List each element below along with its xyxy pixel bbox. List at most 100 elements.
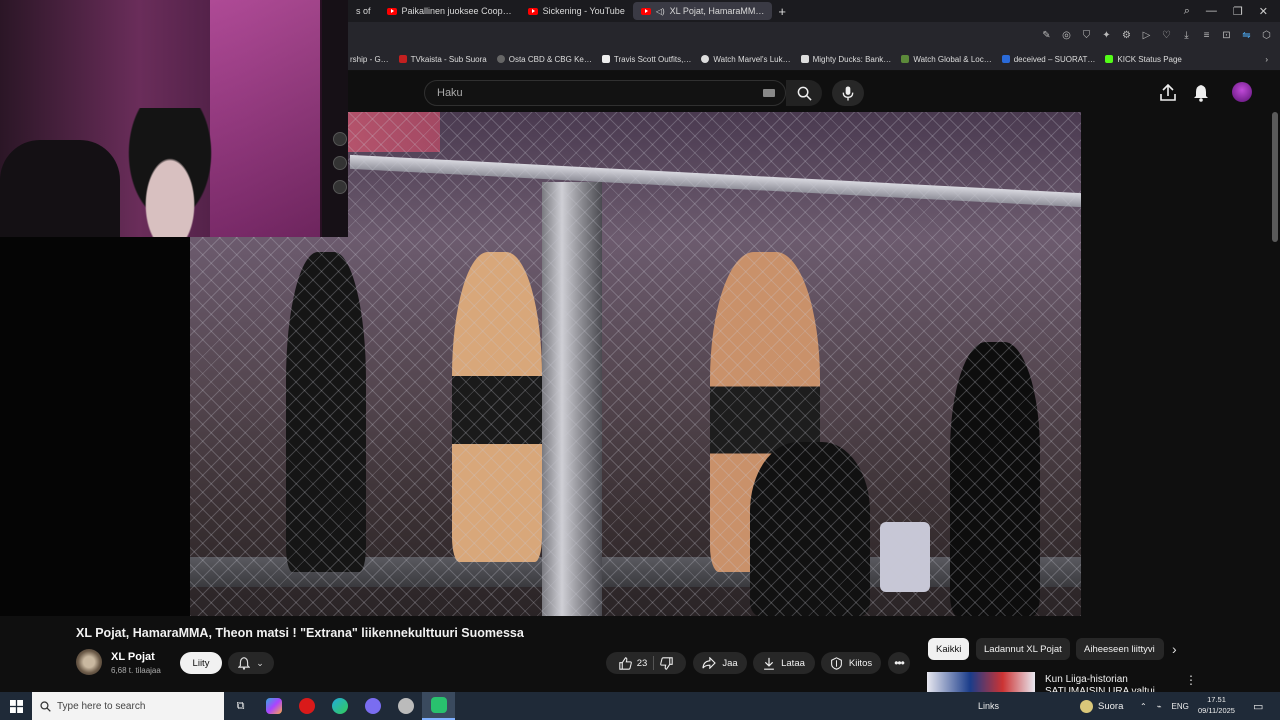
download-button[interactable]: Lataa <box>753 652 815 674</box>
side-control-icon[interactable] <box>333 156 347 170</box>
create-upload-icon[interactable] <box>1160 83 1176 107</box>
extension-icon[interactable]: ✦ <box>1101 30 1112 41</box>
taskbar-app[interactable] <box>389 692 422 720</box>
like-button[interactable]: 23 <box>618 656 648 670</box>
side-control-icon[interactable] <box>333 132 347 146</box>
keyboard-icon[interactable] <box>763 89 775 97</box>
globe-icon <box>496 55 505 63</box>
weather-icon <box>1080 699 1093 713</box>
chevron-up-icon[interactable]: ⌃ <box>1140 702 1147 711</box>
more-vertical-icon[interactable]: ⋮ <box>1185 673 1197 687</box>
chip-all[interactable]: Kaikki <box>928 638 970 660</box>
download-label: Lataa <box>781 657 805 669</box>
more-horizontal-icon: ••• <box>894 656 905 670</box>
shield-icon[interactable]: ⛉ <box>1081 30 1092 41</box>
bookmark-item[interactable]: Mighty Ducks: Bank… <box>800 55 891 64</box>
task-view-button[interactable]: ⧉ <box>224 692 257 720</box>
page-scrollbar[interactable] <box>1272 112 1278 242</box>
thumbs-up-icon <box>618 656 632 670</box>
like-dislike-group: 23 <box>606 652 686 674</box>
screenshot-icon[interactable]: ◎ <box>1061 30 1072 41</box>
notifications-bell-icon[interactable] <box>1193 84 1209 107</box>
site-icon <box>800 55 809 63</box>
opera-icon <box>298 698 315 714</box>
share-icon <box>702 657 717 669</box>
join-button[interactable]: Liity <box>180 652 222 674</box>
new-tab-button[interactable]: + <box>772 4 792 19</box>
bookmark-item[interactable]: Osta CBD & CBG Ke… <box>496 55 592 64</box>
more-actions-button[interactable]: ••• <box>888 652 910 674</box>
language-indicator[interactable]: ENG <box>1172 702 1189 711</box>
browser-tab-active[interactable]: ◁) XL Pojat, HamaraMM… <box>632 2 773 20</box>
side-control-icon[interactable] <box>333 180 347 194</box>
browser-tab[interactable]: s of <box>348 2 379 20</box>
voice-search-button[interactable] <box>832 80 864 106</box>
subscription-bell-button[interactable]: ⌄ <box>228 652 274 674</box>
channel-avatar[interactable] <box>76 649 102 675</box>
bookmark-label: deceived – SUORAT… <box>1013 54 1096 64</box>
play-icon[interactable]: ▷ <box>1141 30 1152 41</box>
speaker-icon: ◁) <box>655 6 665 16</box>
heart-icon[interactable]: ♡ <box>1161 30 1172 41</box>
streamer-figure <box>118 108 222 237</box>
bookmark-item[interactable]: deceived – SUORAT… <box>1001 54 1096 64</box>
bookmark-item[interactable]: rship - G… <box>350 55 389 64</box>
chip-related[interactable]: Aiheeseen liittyvi <box>1076 638 1164 660</box>
vpn-icon[interactable]: ⇋ <box>1241 30 1252 41</box>
thanks-label: Kiitos <box>848 657 873 669</box>
thumbs-down-icon[interactable] <box>660 656 673 670</box>
browser-tab[interactable]: Paikallinen juoksee Coop… <box>379 2 520 20</box>
search-tabs-icon[interactable]: ⌕ <box>1184 5 1190 18</box>
tab-label: Sickening - YouTube <box>542 6 625 16</box>
discord-icon <box>364 698 381 714</box>
settings-icon[interactable]: ⚙ <box>1121 30 1132 41</box>
menu-icon[interactable]: ≡ <box>1201 30 1212 41</box>
taskbar-search-input[interactable]: Type here to search <box>32 692 224 720</box>
search-input[interactable]: Haku <box>424 80 786 106</box>
thanks-button[interactable]: Kiitos <box>821 652 881 674</box>
taskbar-app[interactable] <box>356 692 389 720</box>
bookmark-item[interactable]: Travis Scott Outfits,… <box>601 55 691 64</box>
bookmarks-overflow-button[interactable]: › <box>1265 55 1280 64</box>
windows-logo-icon <box>9 699 23 713</box>
clock-date: 09/11/2025 <box>1198 706 1235 715</box>
youtube-icon <box>386 7 397 15</box>
system-tray: ⌃ ⌁ ENG <box>1140 702 1189 711</box>
search-button[interactable] <box>786 80 822 106</box>
links-toolbar[interactable]: Links <box>978 701 999 711</box>
share-label: Jaa <box>722 657 738 669</box>
taskbar-app-active[interactable] <box>422 692 455 720</box>
download-icon[interactable]: ⤓ <box>1181 30 1192 41</box>
minimize-button[interactable]: — <box>1206 5 1217 18</box>
share-button[interactable]: Jaa <box>693 652 747 674</box>
wallet-icon[interactable]: ⬡ <box>1261 30 1272 41</box>
recommendation-thumbnail[interactable] <box>927 672 1035 692</box>
bookmark-item[interactable]: Watch Marvel's Luk… <box>701 55 791 64</box>
user-avatar[interactable] <box>1232 82 1252 102</box>
taskbar-app[interactable] <box>323 692 356 720</box>
search-icon <box>797 86 812 101</box>
lock-icon[interactable]: ⊡ <box>1221 30 1232 41</box>
tab-label: Paikallinen juoksee Coop… <box>401 6 512 16</box>
gaming-chair <box>0 140 120 237</box>
weather-widget[interactable]: Suora <box>1080 699 1123 713</box>
system-clock[interactable]: 17.51 09/11/2025 <box>1198 694 1235 716</box>
notification-icon[interactable]: ▭ <box>1253 700 1263 713</box>
like-count: 23 <box>636 657 648 669</box>
browser-tab[interactable]: Sickening - YouTube <box>520 2 633 20</box>
start-button[interactable] <box>0 692 32 720</box>
taskbar-app[interactable] <box>290 692 323 720</box>
bookmark-item[interactable]: KICK Status Page <box>1105 55 1182 64</box>
bookmark-label: rship - G… <box>350 54 389 64</box>
bookmark-item[interactable]: TVkaista - Sub Suora <box>398 55 487 64</box>
edit-icon[interactable]: ✎ <box>1041 30 1052 41</box>
network-icon[interactable]: ⌁ <box>1157 702 1162 711</box>
channel-name[interactable]: XL Pojat <box>111 651 155 663</box>
chip-uploaded-by-channel[interactable]: Ladannut XL Pojat <box>976 638 1070 660</box>
close-button[interactable]: ✕ <box>1259 5 1268 18</box>
bookmark-item[interactable]: Watch Global & Loc… <box>901 55 992 64</box>
taskbar-app[interactable] <box>257 692 290 720</box>
restore-button[interactable]: ❐ <box>1233 5 1243 18</box>
recommendation-title[interactable]: Kun Liiga-historian SATUMAISIN URA valtu… <box>1045 674 1165 692</box>
chevron-right-icon[interactable]: › <box>1172 641 1177 657</box>
